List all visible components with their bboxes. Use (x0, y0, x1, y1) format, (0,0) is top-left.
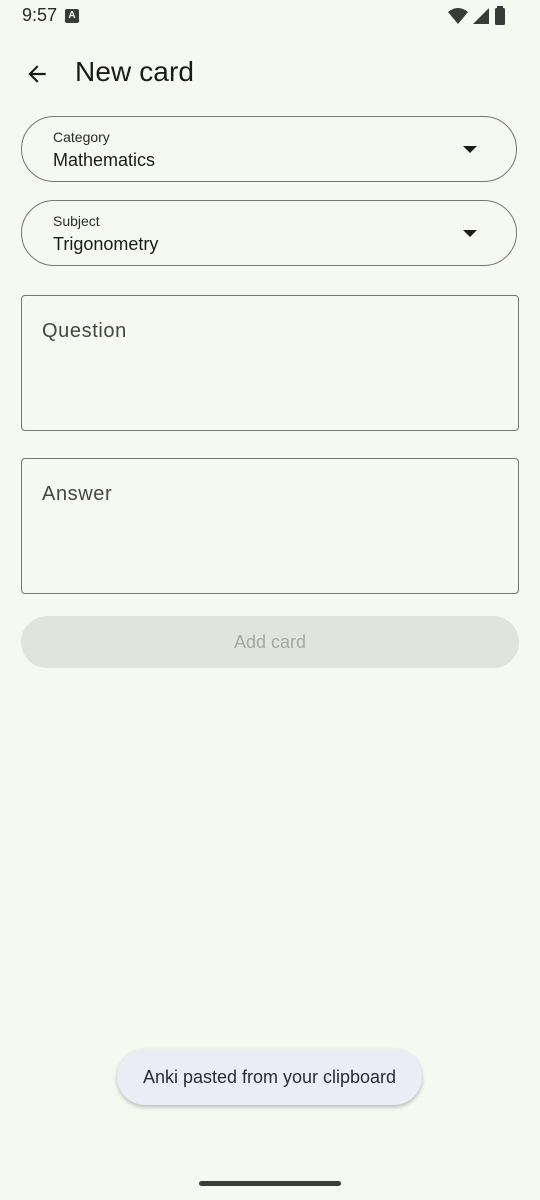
back-button[interactable] (13, 50, 61, 98)
battery-icon (495, 6, 505, 25)
dropdown-arrow-icon (463, 146, 477, 153)
category-label: Category (53, 129, 110, 145)
wifi-icon (448, 8, 468, 24)
subject-dropdown[interactable]: Subject Trigonometry (21, 200, 517, 266)
subject-value: Trigonometry (53, 234, 159, 254)
subject-label: Subject (53, 213, 100, 229)
question-field[interactable]: Question (21, 295, 519, 431)
question-label: Question (42, 320, 127, 342)
signal-icon (473, 8, 489, 24)
answer-label: Answer (42, 483, 113, 505)
status-time: 9:57 (22, 5, 58, 25)
page-title: New card (75, 56, 195, 87)
category-value: Mathematics (53, 150, 156, 170)
add-card-button[interactable]: Add card (21, 616, 519, 668)
status-icons (448, 6, 506, 26)
answer-field[interactable]: Answer (21, 458, 519, 594)
status-bar: 9:57 A (0, 0, 540, 32)
dropdown-arrow-icon (463, 230, 477, 237)
app-notification-icon: A (65, 9, 79, 23)
clipboard-toast: Anki pasted from your clipboard (117, 1049, 422, 1105)
gesture-navigation-bar[interactable] (199, 1181, 341, 1186)
arrow-back-icon (28, 65, 46, 83)
category-dropdown[interactable]: Category Mathematics (21, 116, 517, 182)
top-app-bar: New card (0, 44, 540, 104)
